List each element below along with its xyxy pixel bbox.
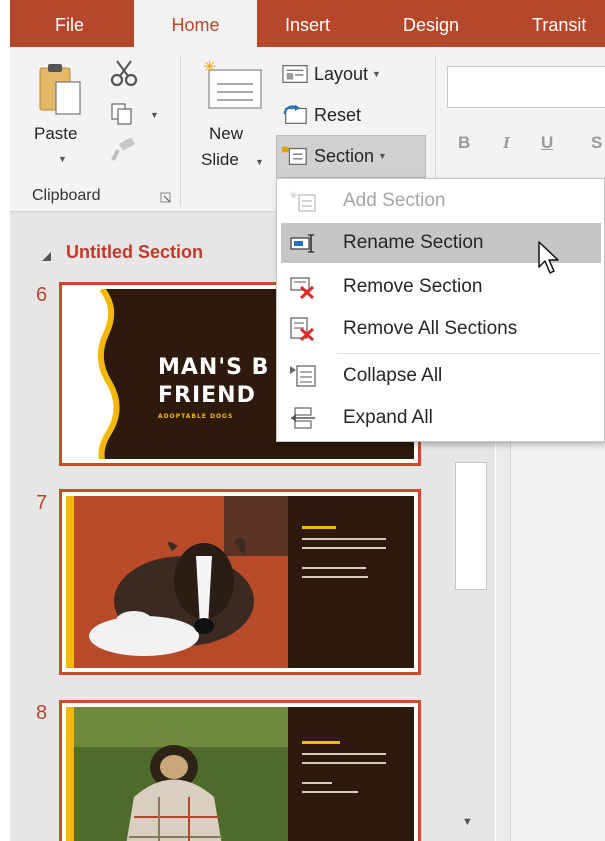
text-line [302, 762, 386, 764]
text-line [302, 547, 386, 549]
slide-8-text-block [302, 741, 412, 793]
section-icon [282, 146, 307, 165]
scroll-down-arrow-icon[interactable]: ▼ [462, 816, 473, 828]
underline-button[interactable]: U [541, 133, 553, 153]
menu-item-label: Remove All Sections [343, 318, 518, 339]
new-slide-button[interactable]: ✳ New Slide ▼ [195, 58, 270, 178]
remove-all-sections-icon [290, 317, 315, 341]
slide-7-content [66, 496, 414, 668]
menu-item-add-section[interactable]: ✳ Add Section [281, 181, 601, 221]
tab-design-label: Design [403, 15, 460, 35]
bold-button[interactable]: B [458, 133, 470, 153]
layout-icon [282, 65, 308, 83]
text-line [302, 576, 368, 578]
slide-6-title-line1: MAN'S B [158, 355, 270, 380]
new-slide-label-line2: Slide [201, 150, 239, 169]
paste-button[interactable]: Paste ▼ [28, 58, 98, 178]
slide-number: 8 [36, 702, 48, 724]
menu-item-label: Rename Section [343, 232, 484, 253]
slide-number: 6 [36, 284, 48, 306]
text-line [302, 567, 366, 569]
slide-6-subtitle: ADOPTABLE DOGS [158, 413, 234, 420]
pug-photo [74, 707, 288, 841]
remove-section-icon [290, 277, 315, 299]
copy-icon [111, 103, 132, 125]
section-dropdown-menu: ✳ Add Section Rename Section Remove Sect… [276, 178, 605, 442]
svg-text:✳: ✳ [203, 60, 216, 76]
new-slide-icon: ✳ [203, 60, 262, 109]
ribbon-separator [180, 56, 181, 206]
text-line [302, 741, 340, 744]
new-slide-label-line1: New [209, 124, 244, 143]
menu-item-expand-all[interactable]: Expand All [281, 398, 601, 438]
tab-insert[interactable]: Insert [285, 0, 365, 47]
chevron-down-icon: ▼ [58, 154, 67, 164]
scrollbar-thumb[interactable] [455, 462, 487, 590]
clipboard-group-label: Clipboard [32, 187, 101, 204]
tab-design[interactable]: Design [403, 0, 493, 47]
tab-insert-label: Insert [285, 15, 331, 35]
mouse-cursor-icon [538, 241, 559, 274]
dog-photo [74, 496, 288, 668]
menu-item-label: Collapse All [343, 365, 443, 386]
slide-8-content [66, 707, 414, 841]
slide-thumbnail-8[interactable] [59, 700, 421, 841]
section-title[interactable]: Untitled Section [66, 242, 203, 263]
strikethrough-button[interactable]: S [591, 133, 602, 153]
chevron-down-icon: ▼ [150, 110, 159, 120]
layout-button[interactable]: Layout ▼ [282, 59, 381, 89]
expand-all-icon [291, 407, 315, 429]
tab-home[interactable]: Home [134, 0, 257, 47]
italic-button[interactable]: I [503, 133, 510, 153]
chevron-down-icon: ▼ [255, 157, 264, 167]
reset-button[interactable]: Reset [282, 100, 361, 130]
collapse-section-icon[interactable] [40, 250, 52, 262]
menu-item-label: Remove Section [343, 276, 483, 297]
slide-8-yellow-bar [66, 707, 74, 841]
text-line [302, 538, 386, 540]
menu-item-label: Add Section [343, 190, 446, 211]
font-name-box[interactable] [447, 66, 605, 108]
cut-icon[interactable] [110, 58, 138, 88]
dialog-launcher-icon[interactable] [160, 192, 172, 204]
rename-section-icon [290, 234, 314, 253]
section-label: Section [314, 145, 375, 166]
tab-file-label: File [55, 15, 85, 35]
tab-file[interactable]: File [10, 0, 130, 47]
svg-text:✳: ✳ [289, 189, 298, 202]
tab-transitions-label: Transit [532, 15, 587, 35]
tab-home-label: Home [171, 15, 220, 35]
slide-7-text-block [302, 526, 412, 578]
reset-label: Reset [314, 104, 362, 125]
slide-6-wave-decoration [66, 289, 120, 459]
slide-number: 7 [36, 492, 48, 514]
collapse-all-icon [290, 365, 316, 387]
paste-label: Paste [34, 124, 78, 143]
layout-label: Layout [314, 63, 369, 84]
reset-icon [283, 104, 307, 124]
text-line [302, 526, 336, 529]
menu-item-label: Expand All [343, 407, 433, 428]
slide-7-yellow-bar [66, 496, 74, 668]
menu-item-remove-all-sections[interactable]: Remove All Sections [281, 309, 601, 349]
text-line [302, 791, 358, 793]
clipboard-paste-icon [39, 64, 81, 115]
section-button[interactable]: Section ▼ [282, 141, 387, 171]
slide-6-title-line2: FRIEND [158, 383, 256, 408]
menu-item-collapse-all[interactable]: Collapse All [281, 356, 601, 396]
format-painter-icon[interactable] [110, 138, 138, 164]
text-line [302, 753, 386, 755]
copy-button[interactable]: ▼ [108, 100, 168, 128]
tab-transitions[interactable]: Transit [532, 0, 605, 47]
text-line [302, 782, 332, 784]
slide-thumbnail-7[interactable] [59, 489, 421, 675]
add-section-icon: ✳ [289, 189, 316, 212]
chevron-down-icon: ▼ [378, 151, 387, 161]
menu-separator [337, 353, 600, 354]
chevron-down-icon: ▼ [372, 69, 381, 79]
